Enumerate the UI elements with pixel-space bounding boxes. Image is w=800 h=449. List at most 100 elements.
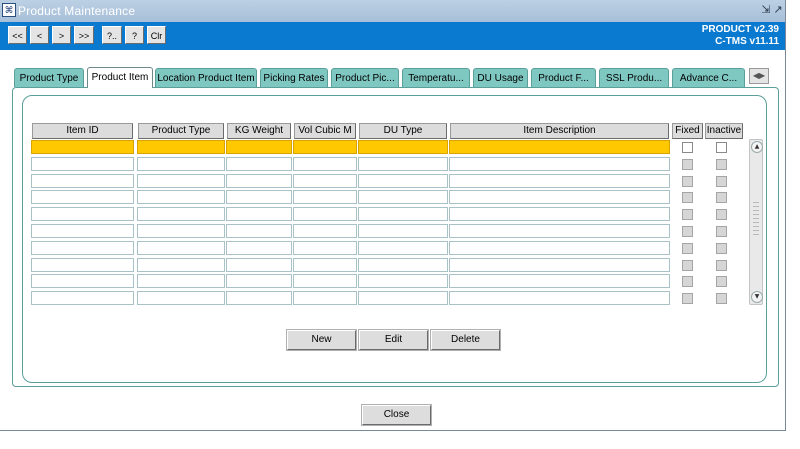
vol-cubic-m-cell[interactable]	[293, 274, 357, 288]
inactive-checkbox[interactable]	[716, 226, 727, 237]
kg-weight-cell[interactable]	[226, 224, 292, 238]
item-id-cell[interactable]	[31, 291, 134, 305]
item-id-cell[interactable]	[31, 190, 134, 204]
item-description-cell[interactable]	[449, 190, 670, 204]
grid-scrollbar[interactable]: ▲ ▼	[749, 139, 763, 305]
du-type-cell[interactable]	[358, 157, 448, 171]
inactive-checkbox[interactable]	[716, 293, 727, 304]
du-type-cell[interactable]	[358, 224, 448, 238]
tab-du-usage[interactable]: DU Usage	[473, 68, 528, 87]
vol-cubic-m-cell[interactable]	[293, 241, 357, 255]
tab-advance-c[interactable]: Advance C...	[672, 68, 745, 87]
tab-ssl-product[interactable]: SSL Produ...	[599, 68, 669, 87]
vol-cubic-m-cell[interactable]	[293, 140, 357, 154]
vol-cubic-m-cell[interactable]	[293, 207, 357, 221]
fixed-checkbox[interactable]	[682, 159, 693, 170]
product-type-cell[interactable]	[137, 174, 225, 188]
fixed-checkbox[interactable]	[682, 243, 693, 254]
vol-cubic-m-cell[interactable]	[293, 258, 357, 272]
item-id-cell[interactable]	[31, 207, 134, 221]
item-id-cell[interactable]	[31, 140, 134, 154]
product-type-cell[interactable]	[137, 157, 225, 171]
item-description-cell[interactable]	[449, 174, 670, 188]
fixed-checkbox[interactable]	[682, 260, 693, 271]
vol-cubic-m-cell[interactable]	[293, 190, 357, 204]
item-description-cell[interactable]	[449, 258, 670, 272]
next-record-button[interactable]: >	[52, 26, 71, 44]
help-button[interactable]: ?	[125, 26, 144, 44]
vol-cubic-m-cell[interactable]	[293, 224, 357, 238]
product-type-cell[interactable]	[137, 291, 225, 305]
du-type-cell[interactable]	[358, 190, 448, 204]
item-id-cell[interactable]	[31, 224, 134, 238]
tab-picking-rates[interactable]: Picking Rates	[260, 68, 328, 87]
product-type-cell[interactable]	[137, 207, 225, 221]
product-type-cell[interactable]	[137, 224, 225, 238]
inactive-checkbox[interactable]	[716, 243, 727, 254]
previous-record-button[interactable]: <	[30, 26, 49, 44]
item-description-cell[interactable]	[449, 140, 670, 154]
du-type-cell[interactable]	[358, 291, 448, 305]
item-description-cell[interactable]	[449, 224, 670, 238]
tab-product-type[interactable]: Product Type	[14, 68, 84, 87]
fixed-checkbox[interactable]	[682, 176, 693, 187]
du-type-cell[interactable]	[358, 174, 448, 188]
product-type-cell[interactable]	[137, 258, 225, 272]
kg-weight-cell[interactable]	[226, 207, 292, 221]
vol-cubic-m-cell[interactable]	[293, 174, 357, 188]
delete-button[interactable]: Delete	[431, 330, 500, 350]
du-type-cell[interactable]	[358, 241, 448, 255]
tab-product-f[interactable]: Product F...	[531, 68, 596, 87]
fixed-checkbox[interactable]	[682, 192, 693, 203]
item-id-cell[interactable]	[31, 274, 134, 288]
inactive-checkbox[interactable]	[716, 142, 727, 153]
kg-weight-cell[interactable]	[226, 157, 292, 171]
close-button[interactable]: Close	[362, 405, 431, 425]
product-type-cell[interactable]	[137, 190, 225, 204]
item-id-cell[interactable]	[31, 157, 134, 171]
tab-product-pic[interactable]: Product Pic...	[331, 68, 399, 87]
inactive-checkbox[interactable]	[716, 176, 727, 187]
inactive-checkbox[interactable]	[716, 159, 727, 170]
vol-cubic-m-cell[interactable]	[293, 157, 357, 171]
inactive-checkbox[interactable]	[716, 192, 727, 203]
tab-location-product-item[interactable]: Location Product Item	[155, 68, 257, 87]
tab-temperature[interactable]: Temperatu...	[402, 68, 470, 87]
item-description-cell[interactable]	[449, 207, 670, 221]
minimize-icon[interactable]: ⇲	[760, 3, 772, 17]
last-record-button[interactable]: >>	[74, 26, 94, 44]
kg-weight-cell[interactable]	[226, 258, 292, 272]
item-id-cell[interactable]	[31, 174, 134, 188]
scroll-up-icon[interactable]: ▲	[751, 141, 763, 153]
item-id-cell[interactable]	[31, 241, 134, 255]
inactive-checkbox[interactable]	[716, 276, 727, 287]
vol-cubic-m-cell[interactable]	[293, 291, 357, 305]
query-button[interactable]: ?..	[102, 26, 122, 44]
du-type-cell[interactable]	[358, 258, 448, 272]
du-type-cell[interactable]	[358, 207, 448, 221]
kg-weight-cell[interactable]	[226, 140, 292, 154]
inactive-checkbox[interactable]	[716, 260, 727, 271]
kg-weight-cell[interactable]	[226, 274, 292, 288]
inactive-checkbox[interactable]	[716, 209, 727, 220]
fixed-checkbox[interactable]	[682, 142, 693, 153]
du-type-cell[interactable]	[358, 140, 448, 154]
product-type-cell[interactable]	[137, 274, 225, 288]
first-record-button[interactable]: <<	[8, 26, 27, 44]
fixed-checkbox[interactable]	[682, 209, 693, 220]
item-description-cell[interactable]	[449, 241, 670, 255]
item-description-cell[interactable]	[449, 274, 670, 288]
item-id-cell[interactable]	[31, 258, 134, 272]
tab-product-item[interactable]: Product Item	[87, 67, 153, 88]
fixed-checkbox[interactable]	[682, 293, 693, 304]
kg-weight-cell[interactable]	[226, 241, 292, 255]
product-type-cell[interactable]	[137, 140, 225, 154]
kg-weight-cell[interactable]	[226, 291, 292, 305]
kg-weight-cell[interactable]	[226, 190, 292, 204]
scroll-down-icon[interactable]: ▼	[751, 291, 763, 303]
edit-button[interactable]: Edit	[359, 330, 428, 350]
new-button[interactable]: New	[287, 330, 356, 350]
clear-button[interactable]: Clr	[147, 26, 166, 44]
scroll-grip[interactable]	[753, 202, 759, 236]
item-description-cell[interactable]	[449, 157, 670, 171]
